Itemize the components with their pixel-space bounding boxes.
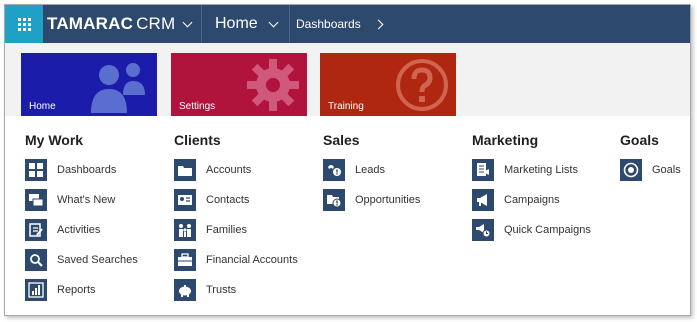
- tile-settings-label: Settings: [179, 101, 216, 112]
- financial-accounts-icon: [174, 249, 196, 271]
- menu-item-label: Goals: [652, 164, 681, 176]
- opportunities-icon: [323, 189, 345, 211]
- app-launcher-button[interactable]: [5, 5, 43, 43]
- chevron-right-icon: [373, 19, 384, 29]
- column-my-work: My Work Dashboards What's New Activities…: [25, 131, 138, 309]
- menu-item-goals[interactable]: Goals: [620, 159, 681, 181]
- menu-item-activities[interactable]: Activities: [25, 219, 138, 241]
- menu-item-label: Activities: [57, 224, 101, 236]
- activities-icon: [25, 219, 47, 241]
- menu-item-whats-new[interactable]: What's New: [25, 189, 138, 211]
- users-icon: [91, 63, 145, 113]
- menu-item-quick-campaigns[interactable]: Quick Campaigns: [472, 219, 591, 241]
- menu-item-label: Dashboards: [57, 164, 117, 176]
- tile-home-label: Home: [29, 101, 56, 112]
- menu-item-label: Campaigns: [504, 194, 560, 206]
- tile-settings[interactable]: Settings: [171, 53, 307, 116]
- column-title: Clients: [174, 132, 221, 148]
- target-icon: [620, 159, 642, 181]
- menu-item-financial-accounts[interactable]: Financial Accounts: [174, 249, 298, 271]
- menu-item-opportunities[interactable]: Opportunities: [323, 189, 420, 211]
- menu-item-label: Reports: [57, 284, 96, 296]
- column-title: Goals: [620, 132, 659, 148]
- column-title: Marketing: [472, 132, 539, 148]
- menu-item-label: Accounts: [206, 164, 252, 176]
- column-clients: Clients Accounts Contacts Families Finan…: [174, 131, 298, 309]
- chevron-down-icon: [182, 17, 193, 27]
- quick-campaigns-icon: [472, 219, 494, 241]
- waffle-icon: [17, 17, 31, 31]
- column-title: My Work: [25, 132, 84, 148]
- saved-searches-icon: [25, 249, 47, 271]
- column-sales: Sales Leads Opportunities: [323, 131, 420, 219]
- brand-menu[interactable]: TAMARAC CRM: [47, 5, 193, 43]
- menu-item-families[interactable]: Families: [174, 219, 298, 241]
- column-title: Sales: [323, 132, 360, 148]
- leads-icon: [323, 159, 345, 181]
- menu-item-contacts[interactable]: Contacts: [174, 189, 298, 211]
- menu-item-label: Contacts: [206, 194, 250, 206]
- gear-icon: [247, 59, 299, 111]
- menu-item-label: What's New: [57, 194, 116, 206]
- column-marketing: Marketing Marketing Lists Campaigns Quic…: [472, 131, 591, 249]
- divider: [201, 5, 202, 43]
- nav-home-label: Home: [215, 15, 258, 32]
- tile-strip: Home Settings Training: [5, 43, 690, 116]
- menu-item-label: Financial Accounts: [206, 254, 298, 266]
- tile-training-label: Training: [328, 101, 364, 112]
- menu-item-label: Trusts: [206, 284, 237, 296]
- marketing-lists-icon: [472, 159, 494, 181]
- column-goals: Goals Goals: [620, 131, 681, 189]
- menu-item-label: Opportunities: [355, 194, 421, 206]
- divider: [289, 5, 290, 43]
- menu-item-label: Saved Searches: [57, 254, 138, 266]
- breadcrumb-label: Dashboards: [296, 17, 361, 31]
- menu-item-accounts[interactable]: Accounts: [174, 159, 298, 181]
- contacts-icon: [174, 189, 196, 211]
- reports-icon: [25, 279, 47, 301]
- chevron-down-icon: [268, 17, 279, 27]
- app-frame: TAMARAC CRM Home Dashboards Home Setting…: [4, 4, 691, 316]
- tile-training[interactable]: Training: [320, 53, 456, 116]
- menu-item-dashboards[interactable]: Dashboards: [25, 159, 138, 181]
- menu-item-saved-searches[interactable]: Saved Searches: [25, 249, 138, 271]
- menu-item-label: Families: [206, 224, 247, 236]
- menu-item-trusts[interactable]: Trusts: [174, 279, 298, 301]
- accounts-icon: [174, 159, 196, 181]
- menu-item-leads[interactable]: Leads: [323, 159, 420, 181]
- menu-item-campaigns[interactable]: Campaigns: [472, 189, 591, 211]
- brand-name: TAMARAC: [47, 14, 134, 33]
- megaphone-icon: [472, 189, 494, 211]
- nav-home-menu[interactable]: Home: [215, 5, 279, 43]
- piggy-bank-icon: [174, 279, 196, 301]
- menu-item-marketing-lists[interactable]: Marketing Lists: [472, 159, 591, 181]
- question-mark-icon: [396, 59, 448, 111]
- tile-home[interactable]: Home: [21, 53, 157, 116]
- menu-item-label: Marketing Lists: [504, 164, 578, 176]
- menu-item-reports[interactable]: Reports: [25, 279, 138, 301]
- menu-item-label: Leads: [355, 164, 385, 176]
- dashboard-icon: [25, 159, 47, 181]
- menu-item-label: Quick Campaigns: [504, 224, 591, 236]
- breadcrumb-dashboards[interactable]: Dashboards: [296, 5, 384, 43]
- whats-new-icon: [25, 189, 47, 211]
- top-navigation-bar: TAMARAC CRM Home Dashboards: [5, 5, 690, 43]
- brand-product: CRM: [136, 14, 176, 33]
- families-icon: [174, 219, 196, 241]
